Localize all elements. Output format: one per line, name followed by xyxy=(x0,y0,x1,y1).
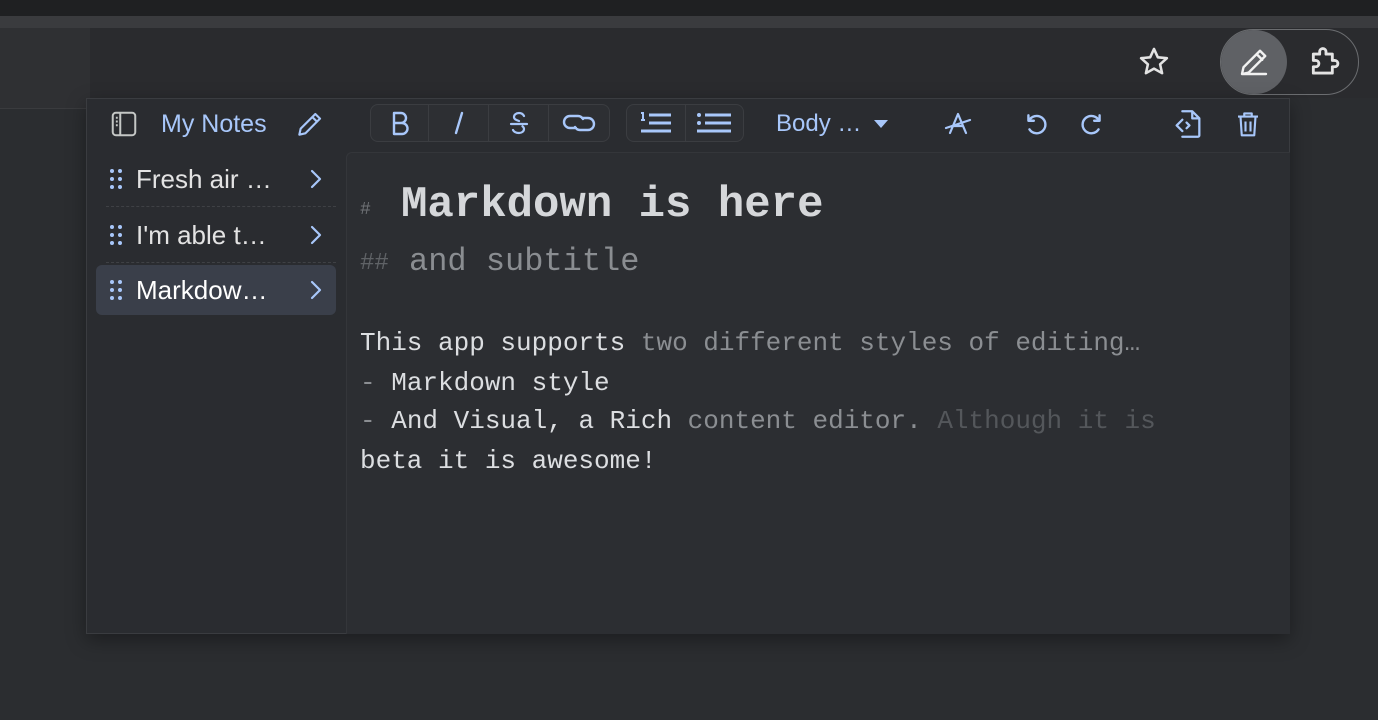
markdown-file-icon[interactable] xyxy=(1168,104,1208,144)
note-list-item-active[interactable]: Markdow… xyxy=(96,265,336,315)
note-list-item[interactable]: I'm able t… xyxy=(96,210,336,260)
notes-extension-pen-icon[interactable] xyxy=(1221,30,1287,94)
sidebar-title: My Notes xyxy=(161,110,267,138)
address-bar[interactable] xyxy=(0,28,90,109)
note-list-item[interactable]: Fresh air … xyxy=(96,154,336,204)
editor-list-line[interactable]: - Markdown style xyxy=(360,368,610,398)
block-style-value: Body … xyxy=(776,110,862,137)
text-run: And Visual, a Rich xyxy=(391,406,688,436)
inline-format-group xyxy=(370,104,610,142)
drag-handle-icon[interactable] xyxy=(96,168,136,190)
note-title: I'm able t… xyxy=(136,219,267,250)
delete-trash-icon[interactable] xyxy=(1228,104,1268,144)
heading-2-marker: ## xyxy=(360,250,389,277)
undo-icon[interactable] xyxy=(1016,104,1056,144)
note-divider xyxy=(106,206,336,207)
list-marker: - xyxy=(360,406,392,436)
browser-tab-strip xyxy=(0,16,1378,28)
text-run-faded: Although it is xyxy=(937,406,1156,436)
text-run: This app supports xyxy=(360,328,641,358)
bookmark-star-icon[interactable] xyxy=(1132,40,1176,84)
block-style-select[interactable]: Body … xyxy=(776,108,889,140)
extensions-puzzle-icon[interactable] xyxy=(1296,30,1356,94)
editor-heading-2[interactable]: and subtitle xyxy=(409,243,639,280)
ordered-list-icon[interactable] xyxy=(627,105,686,141)
text-run-faded: content editor. xyxy=(687,406,938,436)
drag-handle-icon[interactable] xyxy=(96,279,136,301)
editor-list-line[interactable]: - And Visual, a Rich content editor. Alt… xyxy=(360,406,1156,436)
italic-icon[interactable] xyxy=(429,105,489,141)
drag-handle-icon[interactable] xyxy=(96,224,136,246)
chevron-right-icon xyxy=(296,279,336,301)
dropdown-arrow-icon xyxy=(874,120,889,128)
list-marker: - xyxy=(360,368,392,398)
editor-paragraph-line[interactable]: beta it is awesome! xyxy=(360,446,656,476)
bullet-list-icon[interactable] xyxy=(686,105,743,141)
browser-top-bar xyxy=(0,0,1378,16)
strikethrough-icon[interactable] xyxy=(489,105,549,141)
text-run-faded: two different styles of editing… xyxy=(640,328,1141,358)
heading-1-marker: # xyxy=(360,200,371,220)
chevron-right-icon xyxy=(296,224,336,246)
editor-heading-1[interactable]: Markdown is here xyxy=(401,180,823,230)
note-divider xyxy=(106,262,336,263)
link-icon[interactable] xyxy=(549,105,609,141)
note-title: Fresh air … xyxy=(136,163,272,194)
redo-icon[interactable] xyxy=(1072,104,1112,144)
chevron-right-icon xyxy=(296,168,336,190)
editor-paragraph-line[interactable]: This app supports two different styles o… xyxy=(360,328,1140,358)
list-format-group xyxy=(626,104,744,142)
text-run: Markdown style xyxy=(391,368,610,398)
sidebar-toggle-icon[interactable] xyxy=(106,106,142,142)
bold-icon[interactable] xyxy=(371,105,429,141)
clear-format-icon[interactable] xyxy=(938,104,978,144)
new-note-pencil-icon[interactable] xyxy=(292,106,328,142)
note-title: Markdow… xyxy=(136,274,268,305)
